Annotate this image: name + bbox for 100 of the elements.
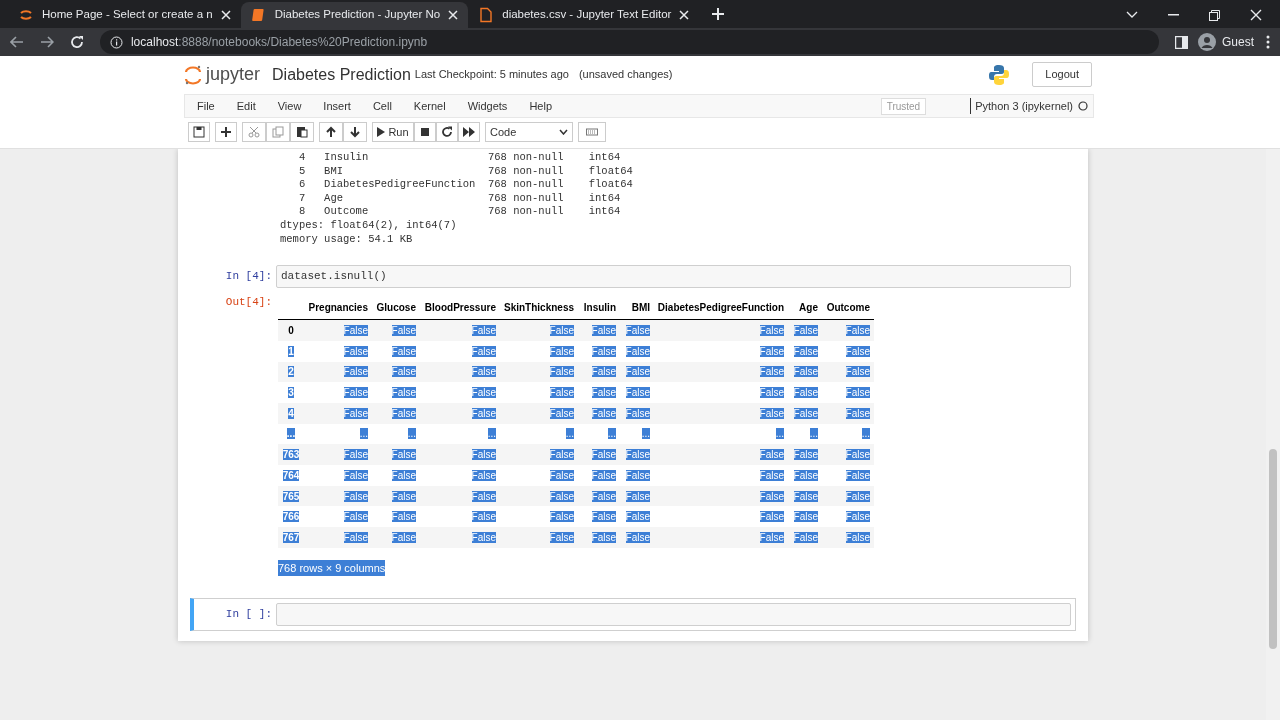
new-tab-icon[interactable] <box>711 7 726 21</box>
notebook-title[interactable]: Diabetes Prediction <box>272 62 411 87</box>
table-cell: False <box>591 531 616 543</box>
kernel-idle-icon <box>1078 101 1088 111</box>
table-cell: False <box>625 511 650 523</box>
table-cell: False <box>391 531 416 543</box>
table-cell: False <box>549 490 574 502</box>
table-cell: False <box>471 325 496 336</box>
tab-title: Diabetes Prediction - Jupyter No <box>274 7 441 23</box>
move-down-button[interactable] <box>343 122 367 142</box>
back-icon[interactable] <box>10 36 24 48</box>
table-cell: False <box>591 490 616 502</box>
table-cell: False <box>391 469 416 481</box>
kernel-name: Python 3 (ipykernel) <box>970 97 1073 115</box>
close-icon[interactable] <box>679 10 690 20</box>
table-cell: False <box>845 511 870 523</box>
more-icon[interactable] <box>1266 35 1270 49</box>
table-cell: False <box>343 325 368 336</box>
table-cell: ... <box>565 428 574 440</box>
add-cell-icon <box>220 126 232 138</box>
code-input[interactable] <box>276 602 1071 626</box>
table-cell: False <box>549 366 574 378</box>
table-cell: False <box>471 449 496 461</box>
table-cell: False <box>549 531 574 543</box>
table-cell: False <box>625 407 650 419</box>
column-header: DiabetesPedigreeFunction <box>657 302 784 314</box>
menu-item[interactable]: Insert <box>312 97 362 115</box>
table-cell: False <box>625 325 650 336</box>
table-cell: False <box>391 387 416 399</box>
address-bar[interactable]: localhost:8888/notebooks/Diabetes%20Prediction.ipynb <box>99 30 1159 54</box>
table-cell: False <box>759 449 784 461</box>
side-panel-icon[interactable] <box>1175 35 1188 49</box>
table-cell: False <box>793 511 818 523</box>
fast-forward-button[interactable] <box>458 122 480 142</box>
row-index: 4 <box>288 407 294 419</box>
logout-button[interactable]: Logout <box>1032 62 1092 87</box>
close-icon[interactable] <box>448 10 459 20</box>
chevron-down-icon <box>559 129 568 135</box>
table-cell: False <box>793 325 818 336</box>
table-cell: False <box>591 407 616 419</box>
table-cell: False <box>625 531 650 543</box>
column-header: SkinThickness <box>503 302 574 314</box>
table-cell: False <box>845 449 870 461</box>
menu-item[interactable]: File <box>185 97 226 115</box>
menu-item[interactable]: Cell <box>361 97 403 115</box>
reload-icon[interactable] <box>69 35 84 49</box>
table-cell: False <box>471 469 496 481</box>
table-cell: False <box>793 531 818 543</box>
menu-item[interactable]: Widgets <box>456 97 519 115</box>
table-cell: False <box>343 387 368 399</box>
paste-button[interactable] <box>290 122 314 142</box>
table-cell: ... <box>641 428 650 440</box>
table-cell: False <box>391 366 416 378</box>
table-cell: False <box>471 407 496 419</box>
table-cell: False <box>591 469 616 481</box>
table-cell: False <box>343 449 368 461</box>
stop-icon <box>419 126 431 138</box>
save-icon <box>193 126 205 138</box>
profile-button[interactable]: Guest <box>1197 33 1254 51</box>
table-cell: False <box>471 531 496 543</box>
forward-icon[interactable] <box>40 36 54 48</box>
save-button[interactable] <box>188 122 210 142</box>
table-cell: False <box>591 345 616 357</box>
chevron-down-icon[interactable] <box>1126 11 1138 19</box>
table-cell: False <box>343 531 368 543</box>
restart-button[interactable] <box>436 122 458 142</box>
menu-item[interactable]: View <box>266 97 313 115</box>
save-status: (unsaved changes) <box>578 67 673 83</box>
checkpoint-text: Last Checkpoint: 5 minutes ago <box>414 67 569 83</box>
table-cell: ... <box>775 428 784 440</box>
add-cell-button[interactable] <box>215 122 237 142</box>
close-icon[interactable] <box>220 10 231 20</box>
row-index: 764 <box>282 469 300 481</box>
cell-type-dropdown[interactable]: Code <box>485 122 573 142</box>
keyboard-button[interactable] <box>578 122 606 142</box>
menu-item[interactable]: Kernel <box>402 97 457 115</box>
restore-icon[interactable] <box>1209 9 1220 21</box>
move-up-button[interactable] <box>319 122 343 142</box>
table-cell: False <box>549 469 574 481</box>
menu-item[interactable]: Edit <box>225 97 267 115</box>
scrollbar-thumb[interactable] <box>1269 449 1277 649</box>
menu-item[interactable]: Help <box>518 97 563 115</box>
stop-button[interactable] <box>414 122 436 142</box>
minimize-icon[interactable] <box>1168 14 1179 16</box>
table-cell: False <box>845 366 870 378</box>
close-icon[interactable] <box>1250 9 1262 21</box>
table-cell: False <box>845 345 870 357</box>
code-input[interactable]: dataset.isnull() <box>276 265 1071 289</box>
browser-tab[interactable]: Diabetes Prediction - Jupyter No <box>240 2 469 28</box>
table-cell: False <box>471 511 496 523</box>
table-cell: ... <box>607 428 616 440</box>
run-button[interactable]: Run <box>372 122 414 142</box>
table-cell: False <box>549 449 574 461</box>
browser-tab[interactable]: diabetes.csv - Jupyter Text Editor <box>468 2 700 28</box>
file-icon <box>478 7 495 23</box>
paste-icon <box>296 126 308 138</box>
cut-button[interactable] <box>242 122 266 142</box>
avatar-icon <box>1197 33 1216 51</box>
browser-tab[interactable]: Home Page - Select or create a n <box>8 2 241 28</box>
table-cell: False <box>591 449 616 461</box>
